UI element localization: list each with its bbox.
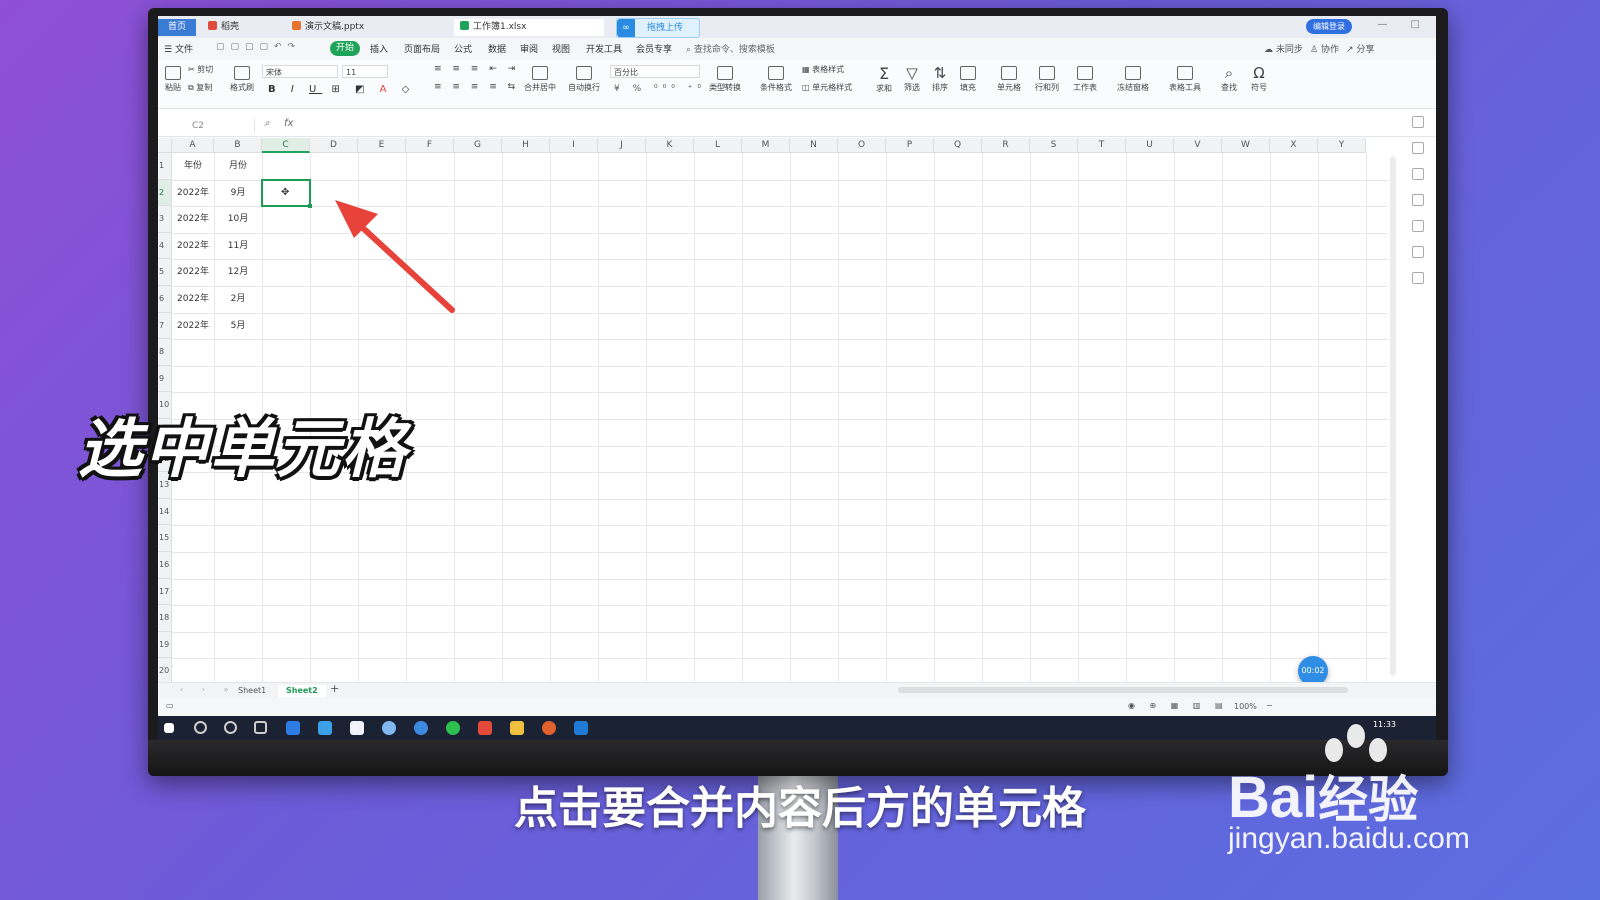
overlay-label: 选中单元格 [78,413,408,487]
baidu-url: jingyan.baidu.com [1228,822,1470,855]
